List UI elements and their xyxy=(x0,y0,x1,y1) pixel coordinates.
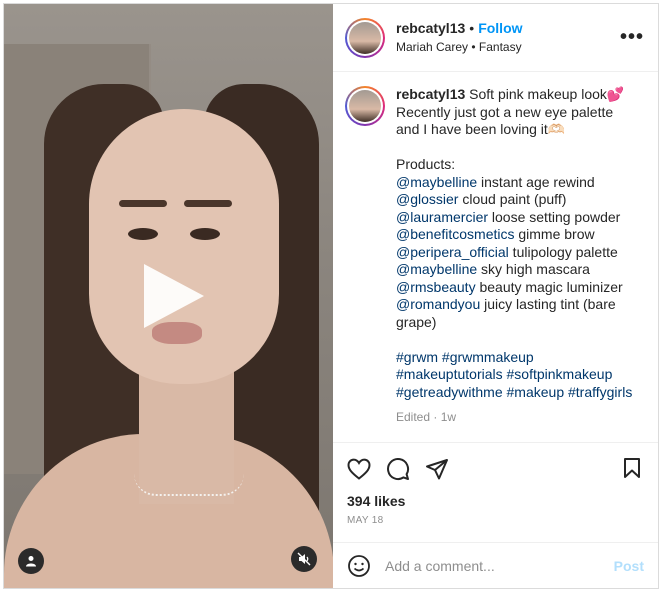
post-date: MAY 18 xyxy=(347,515,384,526)
action-bar: 394 likes MAY 18 xyxy=(333,442,658,542)
caption-avatar-border xyxy=(347,88,383,124)
product-text: tulipology palette xyxy=(508,243,618,260)
video-scene-eye-right xyxy=(190,228,220,240)
comment-bar: Add a comment... Post xyxy=(333,542,658,588)
caption-line-2: Recently just got a new eye palette and … xyxy=(396,103,614,138)
mention-link[interactable]: @glossier xyxy=(396,191,458,207)
caption-avatar-image xyxy=(349,90,381,122)
hashtag-link[interactable]: #traffygirls xyxy=(568,384,632,400)
hashtag-link[interactable]: #grwmmakeup xyxy=(442,349,534,365)
products-list: @maybelline instant age rewind @glossier … xyxy=(396,174,636,332)
hashtag-link[interactable]: #softpinkmakeup xyxy=(507,366,613,382)
audio-link[interactable]: Mariah Carey • Fantasy xyxy=(396,38,523,56)
post-frame: rebcatyl13 • Follow Mariah Carey • Fantasy… xyxy=(3,3,659,589)
product-line: @glossier cloud paint (puff) xyxy=(396,191,636,209)
post-comment-button[interactable]: Post xyxy=(614,558,644,574)
caption-area: rebcatyl13 Soft pink makeup look💕 Recent… xyxy=(333,72,658,442)
mention-link[interactable]: @maybelline xyxy=(396,174,477,190)
caption-username[interactable]: rebcatyl13 xyxy=(396,86,465,102)
more-options-icon[interactable]: ••• xyxy=(620,26,644,49)
hashtag-link[interactable]: #grwm xyxy=(396,349,438,365)
hashtags: #grwm #grwmmakeup #makeuptutorials #soft… xyxy=(396,349,636,402)
products-label: Products: xyxy=(396,156,456,172)
post-sidebar: rebcatyl13 • Follow Mariah Carey • Fantasy… xyxy=(333,4,658,588)
mention-link[interactable]: @peripera_official xyxy=(396,244,509,260)
caption-spacer-2 xyxy=(396,331,636,349)
mention-link[interactable]: @romandyou xyxy=(396,296,480,312)
follow-button[interactable]: Follow xyxy=(478,20,522,36)
product-line: @lauramercier loose setting powder xyxy=(396,209,636,227)
video-player[interactable] xyxy=(4,4,333,588)
comment-icon[interactable] xyxy=(386,457,410,481)
mention-link[interactable]: @rmsbeauty xyxy=(396,279,476,295)
hashtag-link[interactable]: #getreadywithme xyxy=(396,384,503,400)
edited-timestamp: Edited · 1w xyxy=(396,410,457,424)
avatar-image xyxy=(349,21,381,54)
comment-input[interactable]: Add a comment... xyxy=(385,558,614,574)
user-tag-button[interactable] xyxy=(18,548,44,574)
separator-dot: • xyxy=(469,20,475,36)
like-count[interactable]: 394 likes xyxy=(347,493,644,509)
hashtag-link[interactable]: #makeuptutorials xyxy=(396,366,503,382)
product-text: loose setting powder xyxy=(488,208,621,225)
video-scene-necklace xyxy=(134,474,244,496)
product-text: sky high mascara xyxy=(477,261,590,277)
mention-link[interactable]: @maybelline xyxy=(396,261,477,277)
action-icons xyxy=(347,455,644,483)
mute-button[interactable] xyxy=(291,546,317,572)
product-line: @maybelline instant age rewind xyxy=(396,174,636,192)
header-username[interactable]: rebcatyl13 xyxy=(396,20,465,36)
video-scene-eye-left xyxy=(128,228,158,240)
product-line: @peripera_official tulipology palette xyxy=(396,244,636,262)
caption-title: rebcatyl13 Soft pink makeup look💕 xyxy=(396,86,636,104)
product-text: gimme brow xyxy=(514,226,595,242)
video-scene-brow-left xyxy=(119,200,167,207)
caption-line-1: Soft pink makeup look💕 xyxy=(465,86,625,102)
mention-link[interactable]: @lauramercier xyxy=(396,209,488,225)
bookmark-icon[interactable] xyxy=(622,457,642,479)
muted-icon xyxy=(297,552,311,566)
product-line: @maybelline sky high mascara xyxy=(396,261,636,279)
emoji-icon[interactable] xyxy=(347,554,371,578)
product-text: cloud paint (puff) xyxy=(458,191,567,207)
product-text: instant age rewind xyxy=(477,173,595,190)
avatar-border xyxy=(347,19,383,56)
avatar[interactable] xyxy=(345,17,385,58)
play-icon[interactable] xyxy=(144,264,204,328)
hashtag-link[interactable]: #makeup xyxy=(507,384,565,400)
post-header: rebcatyl13 • Follow Mariah Carey • Fantasy… xyxy=(333,4,658,72)
product-line: @romandyou juicy lasting tint (bare grap… xyxy=(396,296,636,331)
user-tag-icon xyxy=(26,556,36,567)
video-scene-brow-right xyxy=(184,200,232,207)
caption-avatar[interactable] xyxy=(345,86,385,126)
product-line: @benefitcosmetics gimme brow xyxy=(396,226,636,244)
share-icon[interactable] xyxy=(425,457,449,481)
heart-icon[interactable] xyxy=(347,458,371,480)
product-text: beauty magic luminizer xyxy=(475,278,623,295)
product-line: @rmsbeauty beauty magic luminizer xyxy=(396,279,636,297)
caption-text: rebcatyl13 Soft pink makeup look💕 Recent… xyxy=(396,86,636,442)
header-text: rebcatyl13 • Follow Mariah Carey • Fantasy xyxy=(396,19,523,56)
mention-link[interactable]: @benefitcosmetics xyxy=(396,226,514,242)
